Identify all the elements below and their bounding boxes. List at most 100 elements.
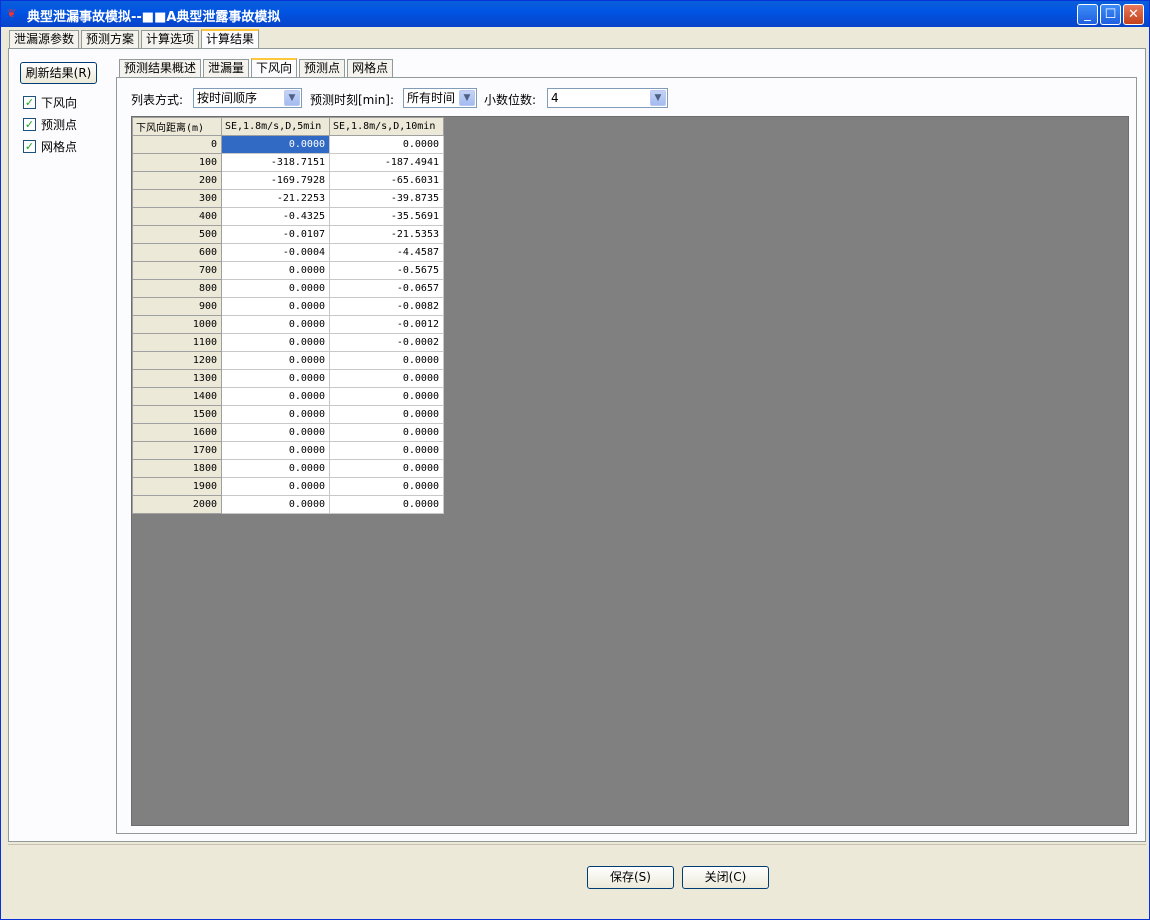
refresh-results-button[interactable]: 刷新结果(R) — [20, 62, 97, 84]
decimal-places-select[interactable]: 4 ▼ — [547, 88, 668, 108]
table-row[interactable]: 300 -21.2253 -39.8735 — [132, 189, 444, 208]
table-cell[interactable]: 0.0000 — [329, 135, 444, 154]
table-cell[interactable]: 0.0000 — [221, 333, 330, 352]
tab-leak-source-params[interactable]: 泄漏源参数 — [9, 30, 80, 49]
table-cell[interactable]: -0.0082 — [329, 297, 444, 316]
checkbox-predict-points[interactable]: ✓ 预测点 — [23, 116, 77, 133]
table-cell[interactable]: 0.0000 — [221, 351, 330, 370]
table-cell[interactable]: -4.4587 — [329, 243, 444, 262]
row-header-cell[interactable]: 0 — [132, 135, 222, 154]
table-cell[interactable]: -21.2253 — [221, 189, 330, 208]
table-cell[interactable]: -0.4325 — [221, 207, 330, 226]
tab-prediction-plan[interactable]: 预测方案 — [81, 30, 140, 49]
table-cell[interactable]: 0.0000 — [221, 441, 330, 460]
table-cell[interactable]: 0.0000 — [329, 441, 444, 460]
row-header-cell[interactable]: 700 — [132, 261, 222, 280]
table-cell[interactable]: -0.5675 — [329, 261, 444, 280]
column-header[interactable]: SE,1.8m/s,D,10min — [329, 117, 444, 136]
table-cell[interactable]: 0.0000 — [221, 369, 330, 388]
checkbox-checked-icon[interactable]: ✓ — [23, 140, 36, 153]
row-header-cell[interactable]: 1700 — [132, 441, 222, 460]
row-header-cell[interactable]: 100 — [132, 153, 222, 172]
chevron-down-icon[interactable]: ▼ — [284, 90, 300, 106]
row-header-cell[interactable]: 200 — [132, 171, 222, 190]
table-cell[interactable]: 0.0000 — [221, 279, 330, 298]
table-cell[interactable]: 0.0000 — [221, 297, 330, 316]
maximize-icon[interactable]: ☐ — [1100, 4, 1121, 25]
table-cell[interactable]: 0.0000 — [221, 459, 330, 478]
row-header-cell[interactable]: 1600 — [132, 423, 222, 442]
table-cell[interactable]: 0.0000 — [221, 477, 330, 496]
checkbox-checked-icon[interactable]: ✓ — [23, 96, 36, 109]
table-cell[interactable]: -21.5353 — [329, 225, 444, 244]
table-cell[interactable]: 0.0000 — [221, 423, 330, 442]
row-header-cell[interactable]: 1000 — [132, 315, 222, 334]
table-row[interactable]: 1900 0.0000 0.0000 — [132, 477, 444, 496]
table-cell[interactable]: 0.0000 — [329, 459, 444, 478]
tab-result-overview[interactable]: 预测结果概述 — [119, 59, 202, 78]
row-header-cell[interactable]: 300 — [132, 189, 222, 208]
checkbox-grid-points[interactable]: ✓ 网格点 — [23, 138, 77, 155]
table-cell[interactable]: -0.0657 — [329, 279, 444, 298]
close-icon[interactable]: ✕ — [1123, 4, 1144, 25]
table-row[interactable]: 200 -169.7928 -65.6031 — [132, 171, 444, 190]
table-row[interactable]: 500 -0.0107 -21.5353 — [132, 225, 444, 244]
table-cell[interactable]: -0.0004 — [221, 243, 330, 262]
table-cell[interactable]: 0.0000 — [329, 351, 444, 370]
table-row[interactable]: 1100 0.0000 -0.0002 — [132, 333, 444, 352]
row-header-cell[interactable]: 400 — [132, 207, 222, 226]
table-row[interactable]: 1300 0.0000 0.0000 — [132, 369, 444, 388]
table-cell[interactable]: 0.0000 — [221, 387, 330, 406]
table-row[interactable]: 600 -0.0004 -4.4587 — [132, 243, 444, 262]
table-cell[interactable]: 0.0000 — [221, 495, 330, 514]
table-cell[interactable]: 0.0000 — [329, 423, 444, 442]
table-cell[interactable]: 0.0000 — [329, 369, 444, 388]
table-cell[interactable]: 0.0000 — [221, 261, 330, 280]
row-header-cell[interactable]: 600 — [132, 243, 222, 262]
table-cell[interactable]: 0.0000 — [221, 135, 330, 154]
row-header-cell[interactable]: 1300 — [132, 369, 222, 388]
tab-predict-points[interactable]: 预测点 — [299, 59, 346, 78]
table-row[interactable]: 1800 0.0000 0.0000 — [132, 459, 444, 478]
close-button[interactable]: 关闭(C) — [682, 866, 769, 889]
table-row[interactable]: 1000 0.0000 -0.0012 — [132, 315, 444, 334]
table-cell[interactable]: 0.0000 — [329, 405, 444, 424]
table-cell[interactable]: -0.0002 — [329, 333, 444, 352]
table-row[interactable]: 2000 0.0000 0.0000 — [132, 495, 444, 514]
save-button[interactable]: 保存(S) — [587, 866, 674, 889]
row-header-cell[interactable]: 1400 — [132, 387, 222, 406]
table-row[interactable]: 1500 0.0000 0.0000 — [132, 405, 444, 424]
table-row[interactable]: 0 0.0000 0.0000 — [132, 135, 444, 154]
table-row[interactable]: 1600 0.0000 0.0000 — [132, 423, 444, 442]
table-cell[interactable]: -35.5691 — [329, 207, 444, 226]
table-cell[interactable]: -0.0012 — [329, 315, 444, 334]
row-header-cell[interactable]: 500 — [132, 225, 222, 244]
table-row[interactable]: 1400 0.0000 0.0000 — [132, 387, 444, 406]
row-header-cell[interactable]: 2000 — [132, 495, 222, 514]
row-header-cell[interactable]: 1100 — [132, 333, 222, 352]
row-header-cell[interactable]: 1500 — [132, 405, 222, 424]
table-row[interactable]: 1200 0.0000 0.0000 — [132, 351, 444, 370]
tab-calc-options[interactable]: 计算选项 — [141, 30, 200, 49]
table-cell[interactable]: -318.7151 — [221, 153, 330, 172]
table-cell[interactable]: 0.0000 — [221, 405, 330, 424]
table-cell[interactable]: -39.8735 — [329, 189, 444, 208]
table-row[interactable]: 700 0.0000 -0.5675 — [132, 261, 444, 280]
table-row[interactable]: 100 -318.7151 -187.4941 — [132, 153, 444, 172]
checkbox-checked-icon[interactable]: ✓ — [23, 118, 36, 131]
table-row[interactable]: 800 0.0000 -0.0657 — [132, 279, 444, 298]
table-cell[interactable]: -169.7928 — [221, 171, 330, 190]
checkbox-downwind[interactable]: ✓ 下风向 — [23, 94, 77, 111]
table-cell[interactable]: 0.0000 — [329, 495, 444, 514]
table-cell[interactable]: 0.0000 — [329, 387, 444, 406]
predict-time-select[interactable]: 所有时间 ▼ — [403, 88, 477, 108]
column-header[interactable]: 下风向距离(m) — [132, 117, 222, 136]
row-header-cell[interactable]: 1900 — [132, 477, 222, 496]
row-header-cell[interactable]: 1200 — [132, 351, 222, 370]
tab-grid-points[interactable]: 网格点 — [347, 59, 394, 78]
tab-downwind[interactable]: 下风向 — [251, 58, 298, 79]
minimize-icon[interactable]: _ — [1077, 4, 1098, 25]
table-cell[interactable]: -65.6031 — [329, 171, 444, 190]
column-header[interactable]: SE,1.8m/s,D,5min — [221, 117, 330, 136]
chevron-down-icon[interactable]: ▼ — [459, 90, 475, 106]
